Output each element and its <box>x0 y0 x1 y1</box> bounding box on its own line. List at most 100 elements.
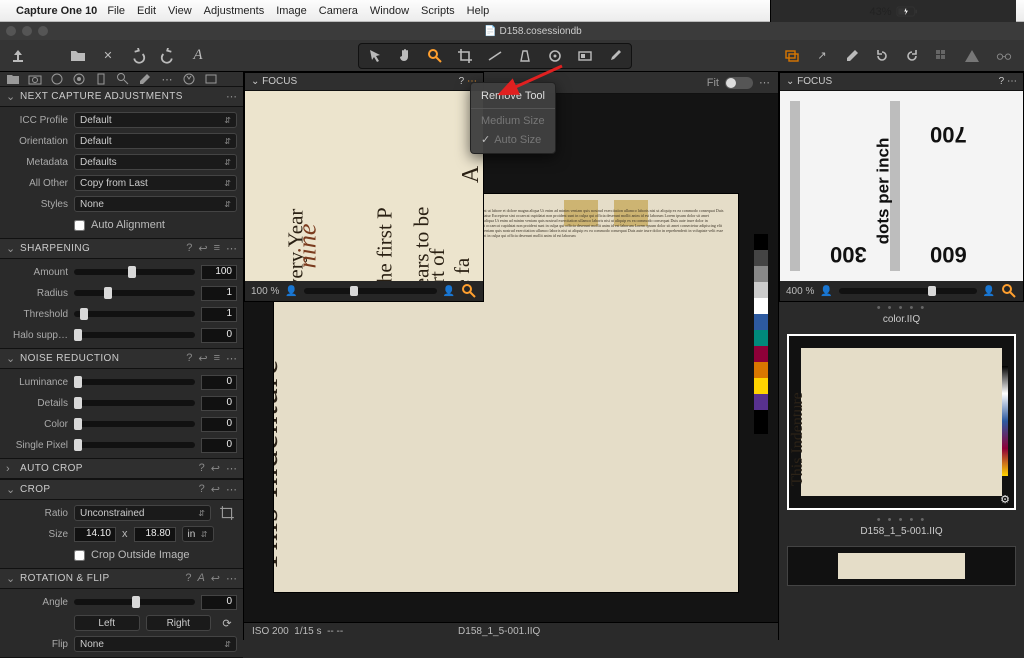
menu-auto-size: Auto Size <box>471 130 555 149</box>
rotate-cw-icon[interactable] <box>902 46 922 66</box>
multi-view-icon[interactable] <box>782 46 802 66</box>
cursor-select-icon[interactable] <box>365 46 385 66</box>
cursor-crop-icon[interactable] <box>455 46 475 66</box>
folder-icon[interactable] <box>68 46 88 66</box>
menu-camera[interactable]: Camera <box>319 5 358 17</box>
cursor-straighten-icon[interactable] <box>485 46 505 66</box>
menu-help[interactable]: Help <box>467 5 490 17</box>
mac-menubar: Capture One 10 File Edit View Adjustment… <box>0 0 1024 22</box>
straighten-icon[interactable]: ⟳ <box>217 613 237 633</box>
tab-batch-icon[interactable] <box>204 72 218 86</box>
redo-icon[interactable] <box>158 46 178 66</box>
menu-file[interactable]: File <box>107 5 125 17</box>
delete-icon[interactable]: ✕ <box>98 46 118 66</box>
rotate-right-button[interactable]: Right <box>146 615 212 631</box>
color-slider[interactable] <box>74 421 195 427</box>
cursor-keystone-icon[interactable] <box>515 46 535 66</box>
orientation-select[interactable]: Default⇵ <box>74 133 237 149</box>
menu-adjustments[interactable]: Adjustments <box>204 5 265 17</box>
main-toolbar: ✕ A ↗ <box>0 40 1024 72</box>
cursor-mask-icon[interactable] <box>575 46 595 66</box>
panel-crop: ⌄CROP?↩⋯ RatioUnconstrained⇵ Size 14.10 … <box>0 480 243 569</box>
panel-noise: ⌄NOISE REDUCTION?↩≡⋯ Luminance0 Details0… <box>0 349 243 459</box>
tab-color-icon[interactable] <box>72 72 86 86</box>
luminance-slider[interactable] <box>74 379 195 385</box>
tab-details-icon[interactable] <box>116 72 130 86</box>
arrow-up-icon[interactable]: ↗ <box>812 46 832 66</box>
tab-output-icon[interactable] <box>182 72 196 86</box>
thumbnail-selected[interactable]: This Indenture ⚙ <box>787 334 1016 510</box>
crop-unit-select[interactable]: in⇵ <box>182 526 214 542</box>
menu-medium-size: Medium Size <box>471 112 555 130</box>
styles-select[interactable]: None⇵ <box>74 196 237 212</box>
panel-rotation: ⌄ROTATION & FLIP?A↩⋯ Angle0 LeftRight⟳ F… <box>0 569 243 658</box>
undo-icon[interactable] <box>128 46 148 66</box>
focus-loupe-icon[interactable] <box>461 283 477 299</box>
radius-slider[interactable] <box>74 290 195 296</box>
menu-scripts[interactable]: Scripts <box>421 5 455 17</box>
menu-window[interactable]: Window <box>370 5 409 17</box>
focus-panel-right: ⌄ FOCUS? ⋯ dots per inch 700 300 600 400… <box>779 72 1024 302</box>
cursor-brush-icon[interactable] <box>605 46 625 66</box>
import-icon[interactable] <box>8 46 28 66</box>
menu-view[interactable]: View <box>168 5 192 17</box>
halo-slider[interactable] <box>74 332 195 338</box>
metadata-select[interactable]: Defaults⇵ <box>74 154 237 170</box>
edit-icon[interactable] <box>842 46 862 66</box>
crop-outside-checkbox[interactable] <box>74 550 85 561</box>
ratio-select[interactable]: Unconstrained⇵ <box>74 505 211 521</box>
tab-meta-icon[interactable]: ⋯ <box>160 72 174 86</box>
rotate-ccw-icon[interactable] <box>872 46 892 66</box>
angle-slider[interactable] <box>74 599 195 605</box>
icc-profile-select[interactable]: Default⇵ <box>74 112 237 128</box>
menu-remove-tool[interactable]: Remove Tool <box>471 87 555 105</box>
tab-capture-icon[interactable] <box>28 72 42 86</box>
focus-pick2-icon[interactable]: 👤 <box>443 286 455 297</box>
thumbnail[interactable] <box>787 546 1016 586</box>
flip-select[interactable]: None⇵ <box>74 636 237 652</box>
panel-menu-icon[interactable]: ⋯ <box>226 90 237 103</box>
tab-adjust-icon[interactable] <box>138 72 152 86</box>
viewer-column: + ▲ Fit ⋯ This Indenture Lorem ipsum dol… <box>244 72 778 640</box>
fit-toggle[interactable] <box>725 77 753 89</box>
app-name[interactable]: Capture One 10 <box>16 5 97 17</box>
details-slider[interactable] <box>74 400 195 406</box>
thumbnail-gear-icon[interactable]: ⚙ <box>1000 493 1010 506</box>
cursor-spot-icon[interactable] <box>545 46 565 66</box>
focus-pick-icon[interactable]: 👤 <box>285 286 297 297</box>
cursor-zoom-icon[interactable] <box>425 46 445 66</box>
crop-width-input[interactable]: 14.10 <box>74 527 116 542</box>
traffic-lights[interactable] <box>6 26 48 36</box>
amount-slider[interactable] <box>74 269 195 275</box>
focus-loupe-icon[interactable] <box>1001 283 1017 299</box>
status-battery[interactable]: 43% <box>869 6 917 18</box>
drag-handle[interactable]: • • • • • <box>779 514 1024 526</box>
grid-icon[interactable] <box>932 46 952 66</box>
panel-sharpening: ⌄SHARPENING?↩≡⋯ Amount100 Radius1 Thresh… <box>0 239 243 349</box>
cursor-hand-icon[interactable] <box>395 46 415 66</box>
singlepixel-slider[interactable] <box>74 442 195 448</box>
text-icon[interactable]: A <box>188 46 208 66</box>
focus-zoom-slider-right[interactable] <box>839 288 977 294</box>
auto-alignment-checkbox[interactable] <box>74 220 85 231</box>
rotate-left-button[interactable]: Left <box>74 615 140 631</box>
titlebar: 📄 D158.cosessiondb <box>0 22 1024 40</box>
viewer-menu-icon[interactable]: ⋯ <box>759 76 770 89</box>
drag-handle[interactable]: • • • • • <box>779 302 1024 314</box>
threshold-slider[interactable] <box>74 311 195 317</box>
tab-library-icon[interactable] <box>6 72 20 86</box>
focus-panel-left: ⌄ FOCUS? ⋯ every Year nine of the first … <box>244 72 484 302</box>
warning-icon[interactable] <box>962 46 982 66</box>
context-menu: Remove Tool Medium Size Auto Size <box>470 82 556 154</box>
browser-panel: • • • • • color.IIQ This Indenture ⚙ • •… <box>779 302 1024 640</box>
menu-image[interactable]: Image <box>276 5 307 17</box>
crop-height-input[interactable]: 18.80 <box>134 527 176 542</box>
tab-exposure-icon[interactable] <box>94 72 108 86</box>
tab-lens-icon[interactable] <box>50 72 64 86</box>
allother-select[interactable]: Copy from Last⇵ <box>74 175 237 191</box>
menu-edit[interactable]: Edit <box>137 5 156 17</box>
glasses-icon[interactable] <box>992 46 1016 66</box>
crop-tool-icon[interactable] <box>217 503 237 523</box>
panel-menu-icon[interactable]: ⋯ <box>226 242 237 255</box>
focus-zoom-slider[interactable] <box>304 288 437 294</box>
